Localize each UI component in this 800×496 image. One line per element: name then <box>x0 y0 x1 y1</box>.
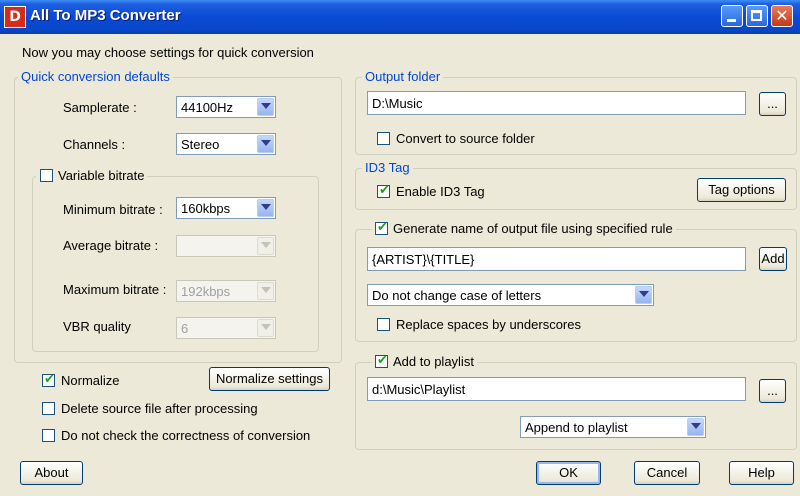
maximize-button[interactable] <box>746 5 768 27</box>
minimize-button[interactable] <box>721 5 743 27</box>
dropdown-arrow-icon[interactable] <box>257 199 274 217</box>
normalize-label[interactable]: Normalize <box>61 373 120 388</box>
naming-rule-legend[interactable]: ✔ Generate name of output file using spec… <box>372 220 676 236</box>
variable-bitrate-checkbox[interactable] <box>40 169 53 182</box>
min-bitrate-select[interactable]: 160kbps <box>176 197 276 219</box>
max-bitrate-value: 192kbps <box>181 284 231 299</box>
channels-value: Stereo <box>181 137 220 152</box>
replace-spaces-label[interactable]: Replace spaces by underscores <box>396 317 581 332</box>
output-folder-legend: Output folder <box>362 69 444 84</box>
vbr-quality-value: 6 <box>181 321 189 336</box>
convert-to-source-label[interactable]: Convert to source folder <box>396 131 535 146</box>
maximize-icon <box>751 10 762 21</box>
output-folder-input[interactable]: D:\Music <box>367 91 746 115</box>
tag-options-button[interactable]: Tag options <box>697 178 786 202</box>
checkmark-icon: ✔ <box>377 353 388 368</box>
title-bar[interactable]: D All To MP3 Converter ✕ <box>0 0 800 34</box>
samplerate-select[interactable]: 44100Hz <box>176 96 276 118</box>
dropdown-arrow-icon[interactable] <box>257 319 274 337</box>
checkmark-icon: ✔ <box>377 220 388 235</box>
samplerate-label: Samplerate : <box>63 100 137 115</box>
window-title: All To MP3 Converter <box>30 7 181 24</box>
generate-name-checkbox[interactable]: ✔ <box>375 220 388 235</box>
generate-name-label: Generate name of output file using speci… <box>393 221 673 236</box>
avg-bitrate-select[interactable] <box>176 235 276 257</box>
close-icon: ✕ <box>775 6 789 25</box>
delete-source-checkbox[interactable] <box>42 402 55 415</box>
naming-rule-input[interactable]: {ARTIST}\{TITLE} <box>367 247 746 271</box>
replace-spaces-checkbox[interactable] <box>377 318 390 331</box>
quick-defaults-legend: Quick conversion defaults <box>18 69 173 84</box>
channels-select[interactable]: Stereo <box>176 133 276 155</box>
minimize-icon <box>727 19 736 22</box>
dropdown-arrow-icon[interactable] <box>635 286 652 304</box>
checkmark-icon: ✔ <box>379 183 390 198</box>
output-folder-value: D:\Music <box>372 96 423 111</box>
convert-to-source-checkbox[interactable] <box>377 132 390 145</box>
enable-id3-label[interactable]: Enable ID3 Tag <box>396 184 485 199</box>
main-window: D All To MP3 Converter ✕ Now you may cho… <box>0 0 800 496</box>
avg-bitrate-label: Average bitrate : <box>63 238 159 253</box>
dropdown-arrow-icon[interactable] <box>257 98 274 116</box>
output-folder-browse-button[interactable]: ... <box>759 92 786 116</box>
normalize-checkbox[interactable]: ✔ <box>42 372 55 387</box>
vbr-quality-select[interactable]: 6 <box>176 317 276 339</box>
channels-label: Channels : <box>63 137 126 152</box>
naming-rule-value: {ARTIST}\{TITLE} <box>372 252 475 267</box>
cancel-button[interactable]: Cancel <box>634 461 700 485</box>
vbr-quality-label: VBR quality <box>63 319 131 334</box>
enable-id3-checkbox[interactable]: ✔ <box>377 183 390 198</box>
letter-case-value: Do not change case of letters <box>372 288 542 303</box>
add-to-playlist-label: Add to playlist <box>393 354 474 369</box>
normalize-settings-button[interactable]: Normalize settings <box>209 367 330 391</box>
variable-bitrate-legend[interactable]: Variable bitrate <box>36 168 148 183</box>
dropdown-arrow-icon[interactable] <box>257 282 274 300</box>
playlist-path-value: d:\Music\Playlist <box>372 382 466 397</box>
add-to-playlist-checkbox[interactable]: ✔ <box>375 353 388 368</box>
no-check-label[interactable]: Do not check the correctness of conversi… <box>61 428 310 443</box>
app-icon[interactable]: D <box>4 6 26 28</box>
dropdown-arrow-icon[interactable] <box>257 237 274 255</box>
help-button[interactable]: Help <box>729 461 794 485</box>
checkmark-icon: ✔ <box>44 372 55 387</box>
playlist-browse-button[interactable]: ... <box>759 379 786 403</box>
playlist-mode-select[interactable]: Append to playlist <box>520 416 706 438</box>
variable-bitrate-label: Variable bitrate <box>58 168 145 183</box>
letter-case-select[interactable]: Do not change case of letters <box>367 284 654 306</box>
no-check-checkbox[interactable] <box>42 429 55 442</box>
max-bitrate-select[interactable]: 192kbps <box>176 280 276 302</box>
delete-source-label[interactable]: Delete source file after processing <box>61 401 258 416</box>
close-button[interactable]: ✕ <box>771 5 793 27</box>
min-bitrate-label: Minimum bitrate : <box>63 202 163 217</box>
id3-tag-legend: ID3 Tag <box>362 160 413 175</box>
ok-button[interactable]: OK <box>536 461 601 485</box>
playlist-path-input[interactable]: d:\Music\Playlist <box>367 377 746 401</box>
dropdown-arrow-icon[interactable] <box>257 135 274 153</box>
intro-text: Now you may choose settings for quick co… <box>22 45 314 60</box>
playlist-legend[interactable]: ✔ Add to playlist <box>372 353 477 369</box>
dropdown-arrow-icon[interactable] <box>687 418 704 436</box>
add-rule-button[interactable]: Add <box>759 247 787 271</box>
about-button[interactable]: About <box>20 461 83 485</box>
max-bitrate-label: Maximum bitrate : <box>63 282 167 297</box>
min-bitrate-value: 160kbps <box>181 201 231 216</box>
playlist-mode-value: Append to playlist <box>525 420 628 435</box>
samplerate-value: 44100Hz <box>181 100 234 115</box>
